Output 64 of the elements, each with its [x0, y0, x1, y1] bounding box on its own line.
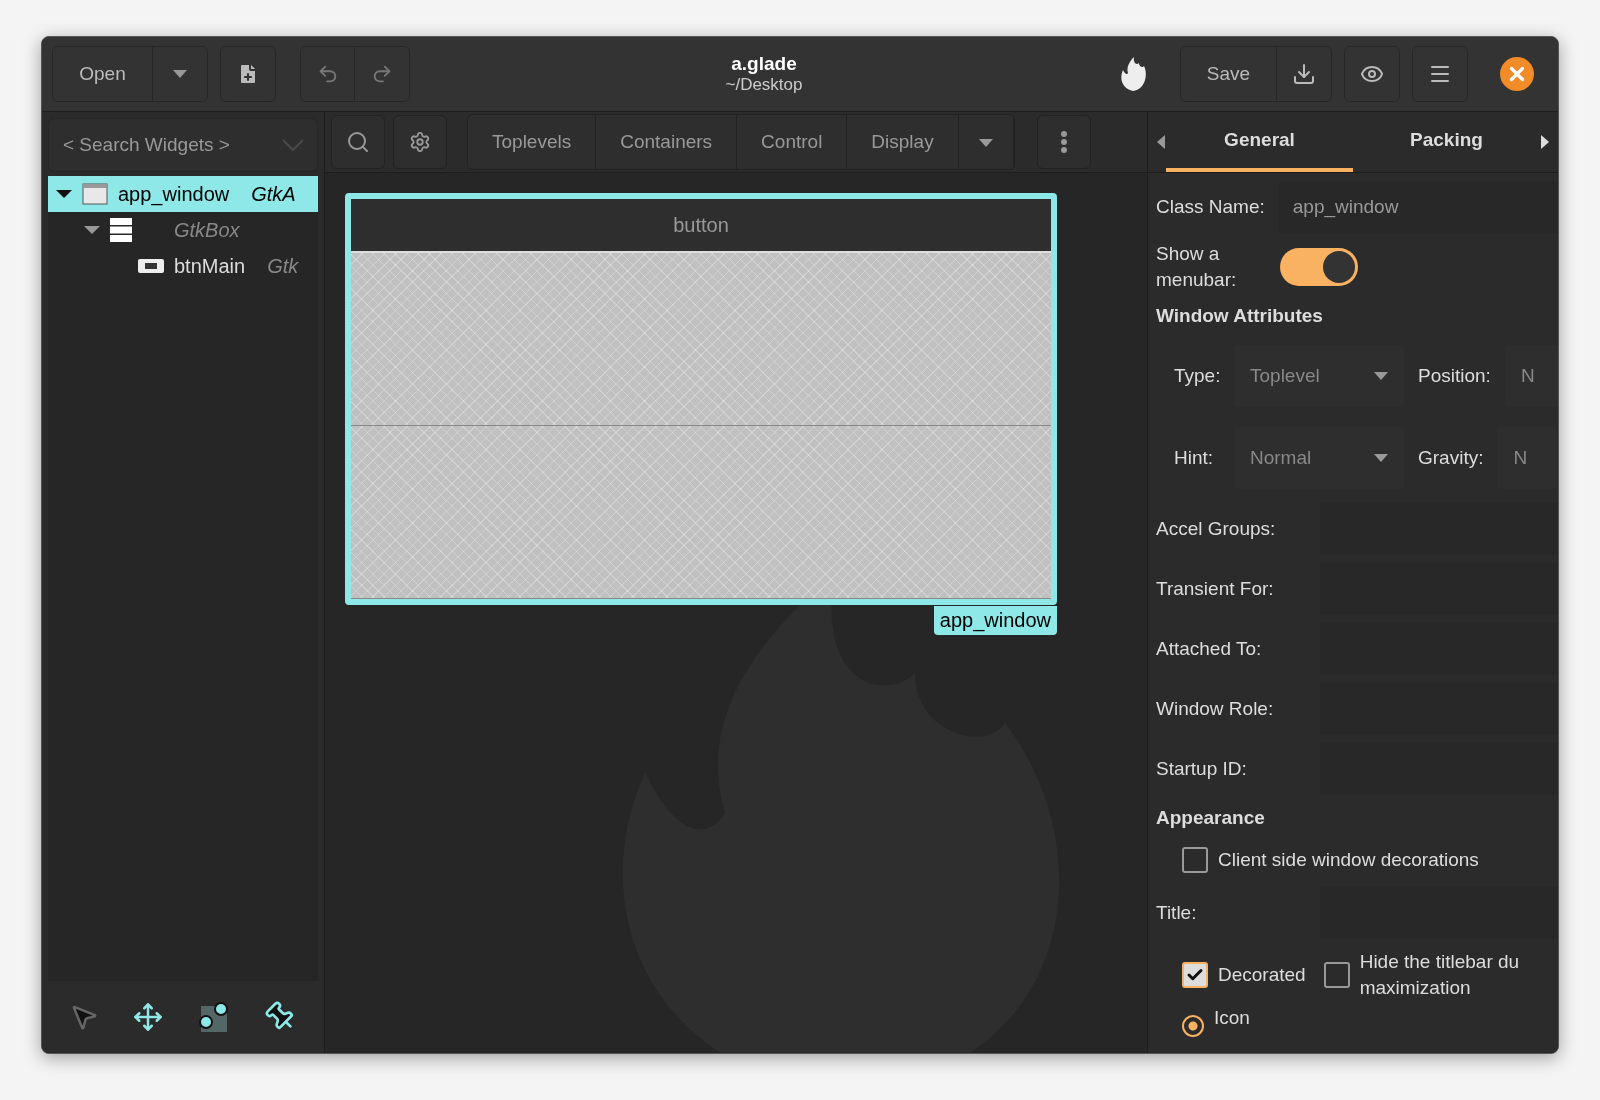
caret-icon [1374, 453, 1388, 463]
caret-icon [1374, 371, 1388, 381]
search-button[interactable] [331, 115, 385, 169]
radio-button[interactable] [1182, 1015, 1204, 1037]
move-tool-icon[interactable] [133, 1002, 163, 1032]
caret-icon [173, 69, 187, 79]
section-heading: Appearance [1156, 806, 1266, 830]
property-label: Gravity: [1418, 447, 1484, 469]
radio-label: Icon [1214, 1007, 1250, 1029]
gear-icon [409, 131, 431, 153]
widget-type: GtkBox [174, 218, 240, 242]
resize-tool-icon[interactable] [197, 1000, 231, 1034]
checkbox-label: Client side window decorations [1218, 849, 1479, 871]
close-button[interactable] [1500, 57, 1534, 91]
property-label: Attached To: [1156, 638, 1263, 660]
search-icon [346, 130, 370, 154]
box-icon [110, 218, 132, 242]
selection-label: app_window [933, 606, 1057, 635]
expander-icon[interactable] [56, 189, 72, 199]
property-label: Title: [1156, 902, 1198, 924]
property-label: Transient For: [1156, 578, 1275, 600]
tree-row[interactable]: GtkBox [48, 212, 318, 248]
palette-tab[interactable]: Toplevels [468, 115, 597, 169]
search-field[interactable]: < Search Widgets > [48, 118, 318, 172]
window-title: a.glade [731, 53, 797, 75]
window-icon [82, 183, 108, 205]
property-label: Position: [1418, 365, 1491, 387]
section-heading: Window Attributes [1156, 304, 1324, 328]
header-label: button [351, 199, 1051, 253]
more-icon [1060, 131, 1067, 153]
checkbox[interactable] [1182, 962, 1208, 988]
checkbox[interactable] [1182, 847, 1208, 873]
logo-icon [1118, 56, 1148, 92]
property-label: Accel Groups: [1156, 518, 1277, 540]
window-subtitle: ~/Desktop [725, 75, 803, 95]
button-icon [138, 259, 164, 273]
widget-name: app_window [118, 182, 230, 206]
settings-button[interactable] [393, 115, 447, 169]
more-button[interactable] [1036, 115, 1091, 169]
property-label: Startup ID: [1156, 758, 1248, 780]
property-label: Window Role: [1156, 698, 1275, 720]
widget-name: btnMain [174, 254, 246, 278]
scroll-left-icon[interactable] [1156, 135, 1166, 149]
tree-row[interactable]: btnMain Gtk [48, 248, 318, 284]
property-label: Show a menubar: [1156, 242, 1238, 292]
property-label: Class Name: [1156, 196, 1265, 218]
download-icon [1292, 62, 1316, 86]
new-file-button[interactable] [221, 47, 275, 101]
property-label: Hint: [1174, 447, 1215, 469]
widget-type: GtkA [251, 182, 296, 206]
expander-icon[interactable] [84, 225, 100, 235]
redo-icon [371, 63, 393, 85]
checkbox-label: Decorated [1218, 964, 1306, 986]
caret-icon [978, 138, 993, 148]
property-label: Type: [1174, 365, 1220, 387]
checkbox[interactable] [1323, 962, 1350, 988]
widget-type: Gtk [267, 254, 299, 278]
inspector-tab[interactable]: Packing [1353, 112, 1540, 172]
tree-row[interactable]: app_window GtkA [48, 176, 318, 212]
scroll-right-icon[interactable] [1540, 135, 1550, 149]
inspector-tab[interactable]: General [1166, 112, 1353, 172]
toggle-switch[interactable] [1280, 248, 1358, 286]
save-button[interactable]: Save [1181, 47, 1277, 101]
checkbox-label: Hide the titlebar du maximization [1359, 950, 1520, 1000]
